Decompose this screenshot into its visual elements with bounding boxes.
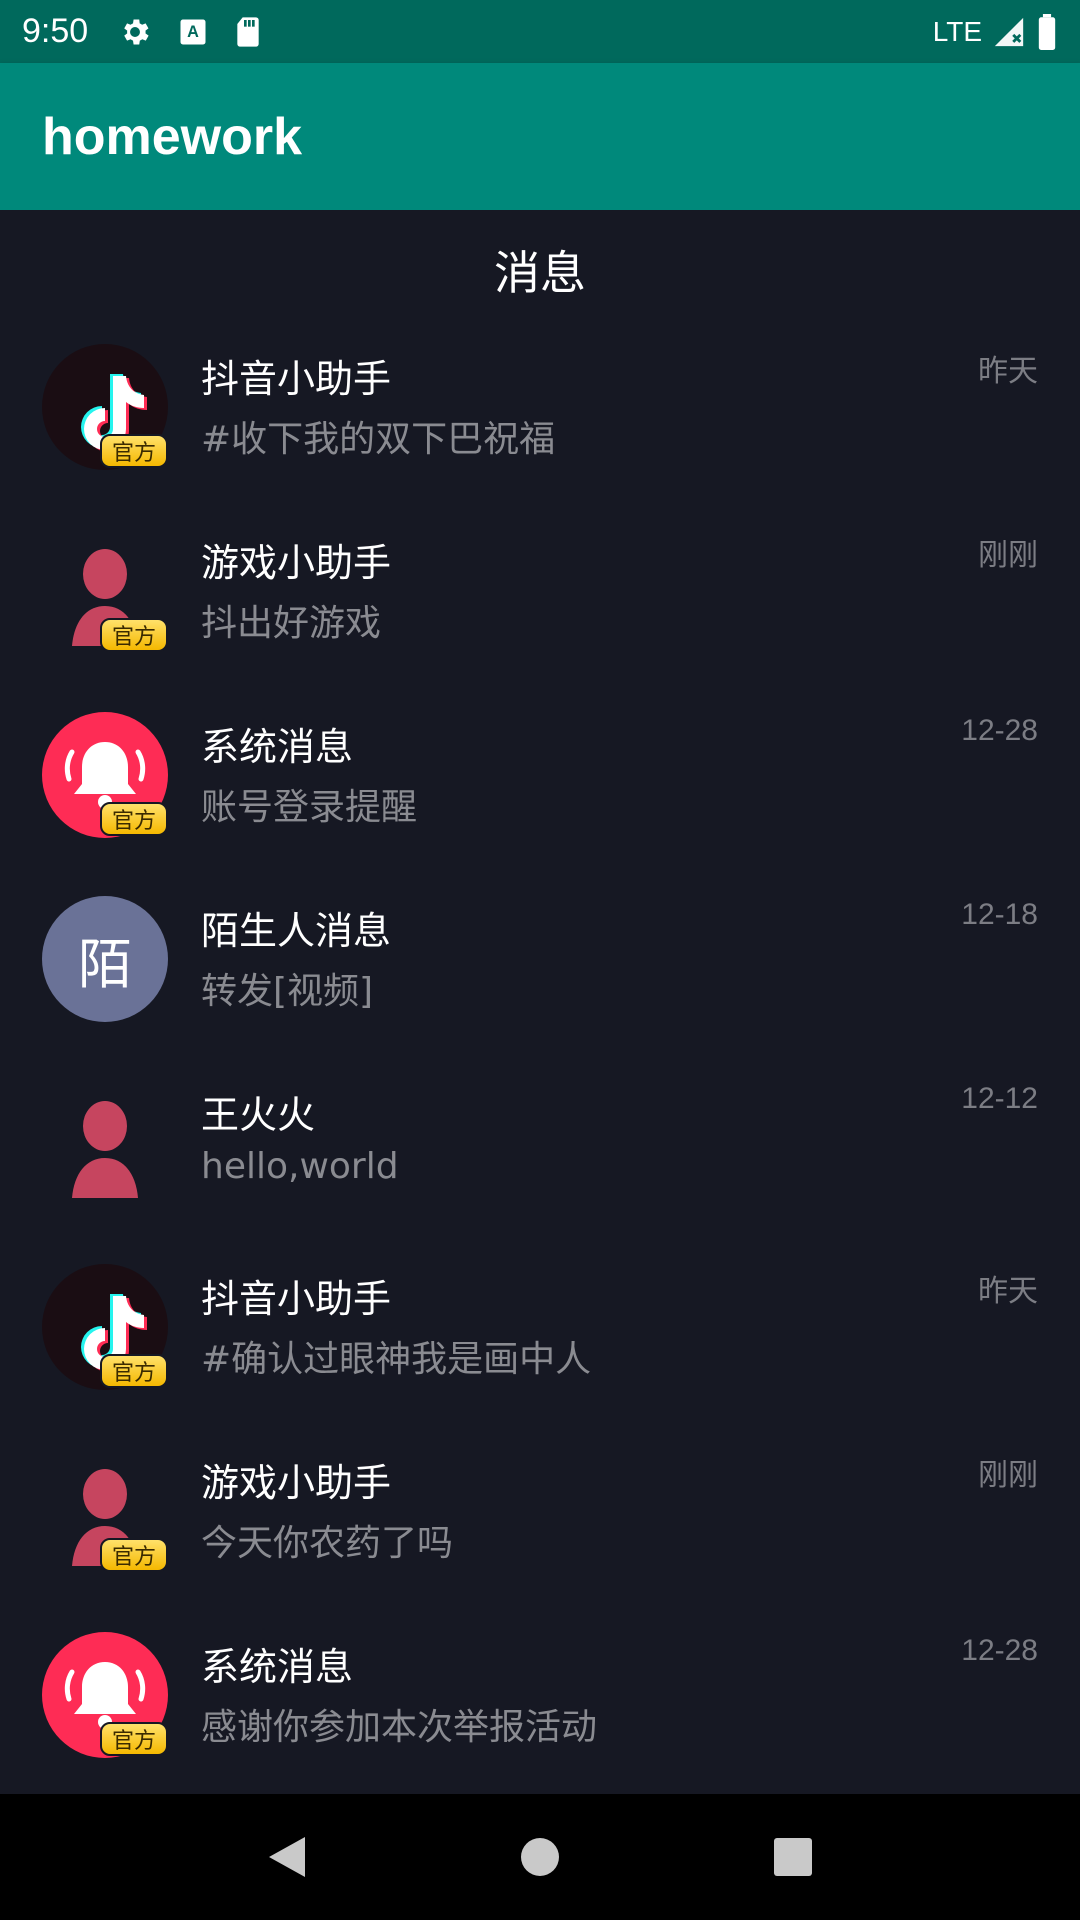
message-preview: 抖出好游戏	[201, 603, 382, 644]
message-list[interactable]: 官方 抖音小助手 #收下我的双下巴祝福 昨天 官方 游戏小助手 抖出好游戏 刚刚 官方 系统消息账…	[0, 330, 1080, 1794]
svg-text:A: A	[187, 23, 199, 41]
home-button[interactable]	[510, 1827, 570, 1887]
sender-name: 抖音小助手	[201, 357, 392, 401]
message-preview: #确认过眼神我是画中人	[201, 1339, 592, 1380]
avatar[interactable]: 官方	[42, 1632, 168, 1758]
message-item[interactable]: 王火火 hello,world 12-12	[0, 1066, 1080, 1250]
message-time: 昨天	[978, 355, 1038, 388]
sender-name: 陌生人消息	[201, 909, 392, 953]
avatar[interactable]: 官方	[42, 344, 168, 470]
app-bar: homework	[0, 63, 1080, 210]
network-type: LTE	[932, 15, 982, 47]
back-button[interactable]	[257, 1827, 317, 1887]
message-preview: 今天你农药了吗	[201, 1523, 454, 1564]
sender-name: 王火火	[201, 1093, 316, 1137]
gear-icon	[124, 19, 149, 44]
message-item[interactable]: 官方 系统消息账号登录提醒 12-28	[0, 698, 1080, 882]
sender-name: 游戏小助手	[201, 541, 392, 585]
navigation-bar	[0, 1794, 1080, 1920]
messages-page: 消息 官方 抖音小助手 #收下我的双下巴祝福 昨天 官方 游戏小助手 抖出好游戏 刚刚 官方 系统…	[0, 210, 1080, 1794]
status-time: 9:50	[22, 12, 89, 50]
person-silhouette-icon	[72, 1101, 138, 1198]
sender-name: 系统消息	[201, 725, 354, 769]
message-time: 刚刚	[978, 1459, 1038, 1492]
avatar[interactable]	[42, 1080, 168, 1206]
message-preview: #收下我的双下巴祝福	[201, 419, 556, 460]
message-time: 12-18	[961, 898, 1038, 931]
back-icon	[268, 1837, 305, 1877]
sender-name: 系统消息	[201, 1645, 354, 1689]
status-bar: 9:50 A LTE	[0, 0, 1080, 63]
message-item[interactable]: 官方 游戏小助手今天你农药了吗 刚刚	[0, 1434, 1080, 1618]
official-badge: 官方	[100, 1722, 168, 1756]
home-icon	[520, 1838, 559, 1876]
official-badge: 官方	[100, 434, 168, 468]
message-item[interactable]: 官方 系统消息感谢你参加本次举报活动 12-28	[0, 1618, 1080, 1794]
avatar[interactable]: 陌	[42, 896, 168, 1022]
page-title: 消息	[494, 246, 586, 300]
message-item[interactable]: 官方 游戏小助手抖出好游戏 刚刚	[0, 514, 1080, 698]
a-box-icon: A	[180, 19, 206, 44]
message-item[interactable]: 陌 陌生人消息转发[视频] 12-18	[0, 882, 1080, 1066]
message-time: 刚刚	[978, 539, 1038, 572]
sender-name: 抖音小助手	[201, 1277, 392, 1321]
official-badge: 官方	[100, 618, 168, 652]
message-preview: 账号登录提醒	[201, 787, 418, 828]
avatar[interactable]: 官方	[42, 1264, 168, 1390]
official-badge: 官方	[100, 1538, 168, 1572]
sd-card-icon	[237, 16, 259, 47]
message-time: 昨天	[978, 1275, 1038, 1308]
message-preview: hello,world	[201, 1146, 399, 1187]
signal-icon	[994, 17, 1024, 46]
message-preview: 感谢你参加本次举报活动	[201, 1707, 598, 1748]
official-badge: 官方	[100, 1354, 168, 1388]
avatar[interactable]: 官方	[42, 712, 168, 838]
sender-name: 游戏小助手	[201, 1461, 392, 1505]
avatar[interactable]: 官方	[42, 528, 168, 654]
recents-icon	[774, 1838, 813, 1876]
message-time: 12-28	[961, 714, 1038, 747]
recents-button[interactable]	[763, 1827, 823, 1887]
message-item[interactable]: 官方 抖音小助手 #确认过眼神我是画中人 昨天	[0, 1250, 1080, 1434]
message-preview: 转发[视频]	[201, 971, 374, 1012]
app-title: homework	[42, 107, 303, 166]
official-badge: 官方	[100, 802, 168, 836]
message-item[interactable]: 官方 抖音小助手 #收下我的双下巴祝福 昨天	[0, 330, 1080, 514]
avatar[interactable]: 官方	[42, 1448, 168, 1574]
battery-icon	[1038, 13, 1056, 50]
message-time: 12-28	[961, 1634, 1038, 1667]
message-time: 12-12	[961, 1082, 1038, 1115]
avatar-letter: 陌	[78, 932, 132, 996]
